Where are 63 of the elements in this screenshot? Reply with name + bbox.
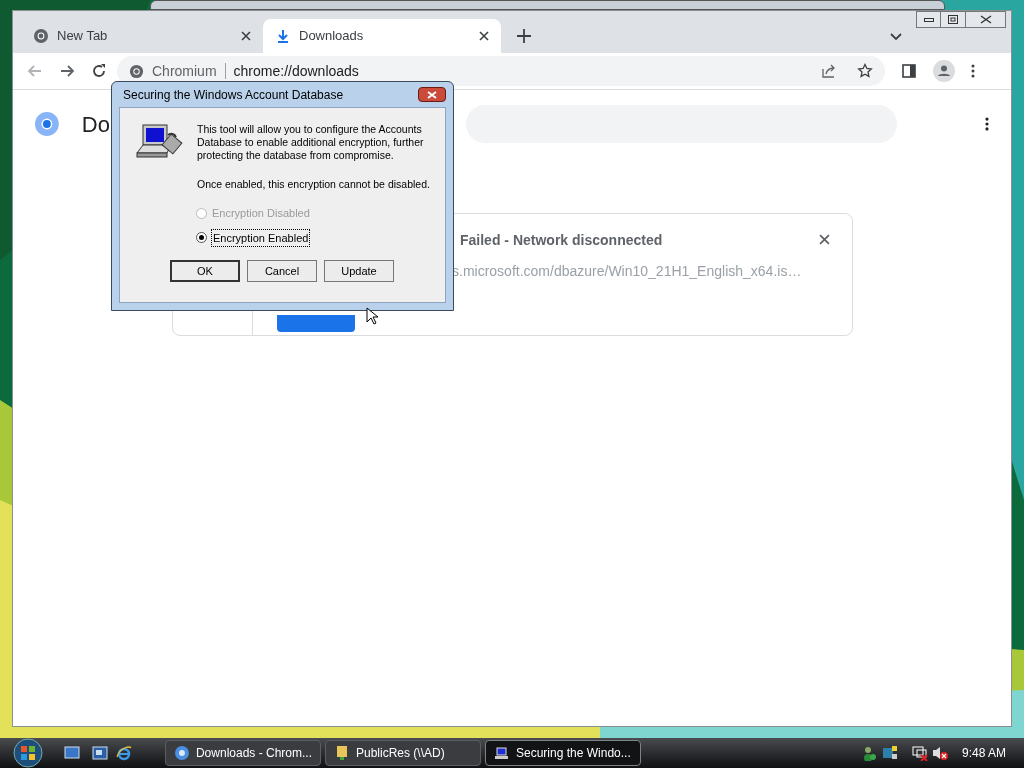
taskbar-button[interactable]: Securing the Windo...	[485, 740, 641, 766]
chevron-down-icon[interactable]	[890, 33, 902, 41]
tab-title: New Tab	[57, 27, 109, 46]
dialog-button[interactable]: Cancel	[247, 260, 317, 282]
browser-tab[interactable]: Downloads	[263, 19, 501, 53]
radio-label: Encryption Enabled	[211, 228, 311, 247]
taskbar-button[interactable]: Downloads - Chrom...	[165, 740, 321, 766]
browser-tab[interactable]: New Tab	[21, 19, 263, 53]
address-bar[interactable]: Chromium chrome://downloads	[117, 56, 885, 86]
share-icon[interactable]	[821, 63, 837, 79]
radio-button[interactable]	[196, 232, 207, 244]
restore-button[interactable]	[941, 11, 966, 28]
start-orb-icon[interactable]	[13, 738, 43, 768]
dialog-message: This tool will allow you to configure the Accounts Database to enable additional encryption, further protecting the database from compromise.	[197, 123, 425, 162]
minimize-icon	[923, 17, 934, 22]
windows-icon[interactable]	[92, 745, 108, 761]
browser-e-icon[interactable]	[116, 745, 132, 761]
profile-icon[interactable]	[933, 60, 955, 82]
dialog-button[interactable]: OK	[170, 260, 240, 282]
menu-icon[interactable]	[971, 64, 975, 78]
close-icon[interactable]	[819, 234, 830, 245]
clock[interactable]: 9:48 AM	[961, 744, 1006, 762]
volume-muted-icon[interactable]	[931, 745, 948, 761]
download-icon	[275, 28, 291, 44]
restore-icon	[948, 15, 958, 24]
close-icon	[979, 15, 992, 24]
taskbar-label: Securing the Windo...	[516, 745, 631, 762]
dialog-title: Securing the Windows Account Database	[123, 86, 345, 104]
reload-icon[interactable]	[91, 63, 107, 79]
download-status: Failed - Network disconnected	[460, 231, 663, 250]
users-icon[interactable]	[861, 745, 878, 761]
minimize-button[interactable]	[916, 11, 941, 28]
url-text: chrome://downloads	[233, 61, 360, 81]
close-icon[interactable]	[479, 31, 489, 41]
network-panel-icon[interactable]	[881, 745, 898, 761]
close-icon[interactable]	[241, 31, 251, 41]
more-icon[interactable]	[985, 117, 989, 131]
tab-title: Downloads	[299, 27, 365, 46]
taskbar-label: PublicRes (\\AD)	[356, 745, 445, 762]
site-label: Chromium	[152, 61, 217, 81]
radio-option[interactable]: Encryption Enabled	[196, 228, 445, 247]
mouse-pointer-icon	[366, 307, 378, 325]
side-panel-icon[interactable]	[902, 64, 916, 78]
desktop-icon[interactable]	[64, 745, 80, 761]
star-icon[interactable]	[857, 63, 873, 79]
new-tab-icon[interactable]	[517, 29, 531, 43]
forward-icon[interactable]	[59, 63, 75, 79]
close-icon	[427, 90, 437, 99]
page-title: Do	[81, 110, 110, 139]
chromium-icon	[129, 63, 144, 79]
chromium-icon	[33, 28, 49, 44]
computer-icon	[494, 745, 510, 761]
chromium-logo-icon	[35, 112, 59, 136]
chromium-icon	[174, 745, 190, 761]
dialog-message: Once enabled, this encryption cannot be disabled.	[197, 178, 431, 191]
radio-label: Encryption Disabled	[211, 206, 311, 221]
close-button[interactable]	[966, 11, 1006, 28]
network-error-icon[interactable]	[911, 745, 928, 761]
taskbar-button[interactable]: PublicRes (\\AD)	[325, 740, 481, 766]
folder-icon	[334, 745, 350, 761]
dialog-button[interactable]: Update	[324, 260, 394, 282]
close-button[interactable]	[418, 87, 446, 102]
taskbar-label: Downloads - Chrom...	[195, 745, 312, 762]
